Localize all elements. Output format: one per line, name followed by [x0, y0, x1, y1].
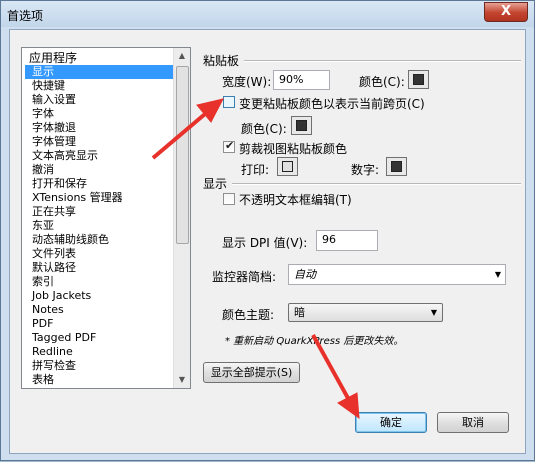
sidebar-item[interactable]: 撤消: [25, 163, 175, 177]
theme-value: 暗: [294, 306, 305, 319]
pasteboard-group-label: 粘贴板: [203, 54, 240, 68]
sidebar-item[interactable]: 东亚: [25, 219, 175, 233]
opaque-edit-checkbox[interactable]: [223, 193, 235, 205]
sidebar-item[interactable]: 索引: [25, 275, 175, 289]
sidebar-item[interactable]: Tagged PDF: [25, 331, 175, 345]
chevron-down-icon: ▼: [430, 308, 437, 317]
color-swatch-fill: [391, 161, 402, 172]
print-color-swatch[interactable]: [277, 157, 298, 176]
chevron-down-icon: ▼: [494, 270, 501, 279]
display-group-label: 显示: [203, 177, 228, 191]
dpi-input[interactable]: 96: [316, 230, 378, 251]
sidebar-item[interactable]: 默认路径: [25, 261, 175, 275]
sidebar-item[interactable]: 快捷键: [25, 79, 175, 93]
sidebar-item[interactable]: 正在共享: [25, 205, 175, 219]
cancel-button[interactable]: 取消: [437, 412, 509, 433]
opaque-edit-label[interactable]: 不透明文本框编辑(T): [239, 191, 352, 208]
list-scrollbar[interactable]: ▲ ▼: [173, 48, 190, 388]
category-list-items: 应用程序 显示 快捷键 输入设置 字体 字体撤退 字体管理 文本高亮显示 撤消 打开和保存 XTen…: [25, 51, 175, 387]
show-all-tips-button[interactable]: 显示全部提示(S): [203, 362, 300, 383]
sidebar-item[interactable]: 字体: [25, 107, 175, 121]
scroll-thumb[interactable]: [176, 66, 189, 244]
preferences-window: 首选项 X 应用程序 显示 快捷键 输入设置 字体 字体撤退 字体管理 文本高亮显示 撤消 打开和…: [0, 0, 535, 461]
sidebar-item[interactable]: 动态辅助线颜色: [25, 233, 175, 247]
sidebar-item[interactable]: 表格: [25, 373, 175, 387]
color-swatch-fill: [296, 120, 307, 131]
print-label: 打印:: [241, 163, 270, 177]
sub-color-swatch[interactable]: [291, 116, 312, 135]
pasteboard-color-label: 颜色(C):: [359, 75, 405, 89]
ok-button[interactable]: 确定: [355, 412, 427, 433]
scroll-up-arrow-icon[interactable]: ▲: [174, 48, 190, 64]
width-input[interactable]: 90%: [273, 70, 330, 90]
sidebar-item[interactable]: Job Jackets: [25, 289, 175, 303]
clip-view-checkbox[interactable]: [223, 139, 235, 153]
sidebar-item[interactable]: 显示: [25, 65, 175, 79]
scroll-down-arrow-icon[interactable]: ▼: [174, 372, 190, 388]
sidebar-item[interactable]: 字体撤退: [25, 121, 175, 135]
pasteboard-color-swatch[interactable]: [408, 70, 429, 89]
change-color-checkbox[interactable]: [223, 96, 235, 108]
digital-label: 数字:: [351, 163, 380, 177]
sidebar-category[interactable]: 应用程序: [25, 51, 175, 65]
sidebar-item[interactable]: PDF: [25, 317, 175, 331]
width-label: 宽度(W):: [222, 75, 272, 89]
color-swatch-fill: [282, 161, 293, 172]
sidebar-item[interactable]: Redline: [25, 345, 175, 359]
change-color-label[interactable]: 变更粘贴板颜色以表示当前跨页(C): [239, 95, 425, 112]
theme-label: 颜色主题:: [222, 308, 275, 322]
monitor-profile-select[interactable]: 自动 ▼: [288, 264, 506, 285]
monitor-profile-label: 监控器简档:: [212, 270, 277, 284]
sidebar-item[interactable]: 文件列表: [25, 247, 175, 261]
display-divider: [232, 183, 521, 185]
title-bar[interactable]: 首选项 X: [1, 1, 534, 27]
color-swatch-fill: [413, 74, 424, 85]
sidebar-item[interactable]: 输入设置: [25, 93, 175, 107]
sidebar-item[interactable]: 打开和保存: [25, 177, 175, 191]
close-button[interactable]: X: [484, 2, 528, 22]
restart-note: * 重新启动 QuarkXPress 后更改失效。: [225, 336, 404, 347]
sidebar-item[interactable]: 拼写检查: [25, 359, 175, 373]
window-title: 首选项: [7, 9, 44, 23]
sidebar-item[interactable]: XTensions 管理器: [25, 191, 175, 205]
dpi-label: 显示 DPI 值(V):: [222, 236, 308, 250]
sidebar-item[interactable]: Notes: [25, 303, 175, 317]
category-list[interactable]: 应用程序 显示 快捷键 输入设置 字体 字体撤退 字体管理 文本高亮显示 撤消 打开和保存 XTen…: [21, 47, 191, 389]
clip-view-label[interactable]: 剪裁视图粘贴板颜色: [239, 140, 347, 157]
theme-select[interactable]: 暗 ▼: [288, 303, 443, 322]
sidebar-item[interactable]: 字体管理: [25, 135, 175, 149]
monitor-profile-value: 自动: [294, 268, 316, 281]
digital-color-swatch[interactable]: [386, 157, 407, 176]
sidebar-item[interactable]: 文本高亮显示: [25, 149, 175, 163]
pasteboard-divider: [244, 60, 521, 62]
sub-color-label: 颜色(C):: [241, 122, 287, 136]
